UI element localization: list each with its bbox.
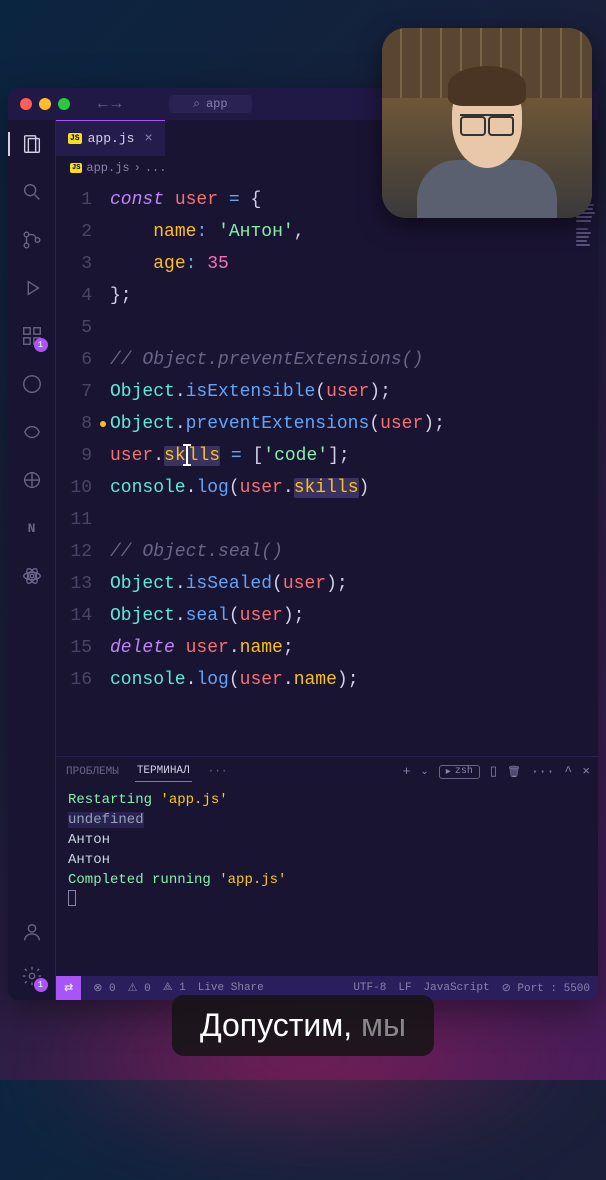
nav-arrows: ← → xyxy=(98,95,121,113)
search-text: app xyxy=(206,97,228,111)
search-icon[interactable] xyxy=(20,180,44,204)
panel-more-icon[interactable]: ··· xyxy=(531,764,554,779)
editor-window: ← → ⌕ app 1 xyxy=(8,88,598,1000)
status-signal[interactable]: ⟁ 1 xyxy=(163,982,186,994)
panel-tab-problems[interactable]: ПРОБЛЕМЫ xyxy=(64,762,121,782)
webcam-overlay xyxy=(382,28,592,218)
kill-terminal-icon[interactable]: 🗑 xyxy=(507,765,521,779)
status-encoding[interactable]: UTF-8 xyxy=(353,981,386,995)
tab-app-js[interactable]: JS app.js × xyxy=(56,120,165,156)
status-port[interactable]: ⊘ Port : 5500 xyxy=(502,981,590,995)
breadcrumb-sep: › xyxy=(134,161,141,175)
explorer-icon[interactable] xyxy=(20,132,44,156)
close-window-icon[interactable] xyxy=(20,98,32,110)
panel-tab-more[interactable]: ··· xyxy=(206,762,230,782)
command-center[interactable]: ⌕ app xyxy=(169,95,251,113)
remote-indicator[interactable]: ⇄ xyxy=(56,976,81,1000)
terminal-profile[interactable]: ▸zsh xyxy=(439,765,480,779)
panel-close-icon[interactable]: × xyxy=(582,764,590,779)
account-icon[interactable] xyxy=(20,920,44,944)
nx-icon[interactable]: N xyxy=(20,516,44,540)
atom-icon[interactable] xyxy=(20,564,44,588)
caption-word: мы xyxy=(361,1007,406,1043)
panel-maximize-icon[interactable]: ^ xyxy=(564,764,572,779)
panel-tab-terminal[interactable]: ТЕРМИНАЛ xyxy=(135,761,192,782)
video-caption: Допустим, мы xyxy=(172,995,434,1056)
status-eol[interactable]: LF xyxy=(398,981,411,995)
breadcrumb-file: app.js xyxy=(86,161,129,175)
minimap[interactable] xyxy=(574,180,598,756)
debug-icon[interactable] xyxy=(20,276,44,300)
extensions-badge: 1 xyxy=(34,338,48,352)
caption-word: Допустим, xyxy=(200,1007,352,1043)
js-file-icon: JS xyxy=(70,163,82,173)
close-tab-icon[interactable]: × xyxy=(144,131,152,147)
liveserver-icon[interactable] xyxy=(20,468,44,492)
bottom-panel: ПРОБЛЕМЫ ТЕРМИНАЛ ··· + ⌄ ▸zsh ▯ 🗑 ··· ^… xyxy=(56,756,598,976)
tab-label: app.js xyxy=(88,131,135,146)
line-gutter: 12345678910111213141516 xyxy=(56,180,110,756)
text-cursor xyxy=(186,444,188,466)
settings-badge: 1 xyxy=(34,978,48,992)
settings-icon[interactable]: 1 xyxy=(20,964,44,988)
terminal-output[interactable]: Restarting 'app.js' undefined Антон Анто… xyxy=(56,786,598,976)
window-controls[interactable] xyxy=(20,98,70,110)
js-file-icon: JS xyxy=(68,133,82,144)
github-icon[interactable] xyxy=(20,372,44,396)
share-icon[interactable] xyxy=(20,420,44,444)
status-language[interactable]: JavaScript xyxy=(424,981,490,995)
status-warnings[interactable]: ⚠ 0 xyxy=(128,981,151,995)
activity-bar: 1 N 1 xyxy=(8,120,56,1000)
search-icon: ⌕ xyxy=(193,97,200,111)
extensions-icon[interactable]: 1 xyxy=(20,324,44,348)
breadcrumb-more: ... xyxy=(145,161,167,175)
terminal-cursor xyxy=(68,890,76,906)
status-errors[interactable]: ⊗ 0 xyxy=(93,981,115,995)
panel-tabs: ПРОБЛЕМЫ ТЕРМИНАЛ ··· + ⌄ ▸zsh ▯ 🗑 ··· ^… xyxy=(56,757,598,786)
code-editor[interactable]: 12345678910111213141516 const user = { n… xyxy=(56,180,598,756)
maximize-window-icon[interactable] xyxy=(58,98,70,110)
code-content[interactable]: const user = { name: 'Антон', age: 35 };… xyxy=(110,180,574,756)
nav-forward-icon[interactable]: → xyxy=(112,95,122,113)
minimize-window-icon[interactable] xyxy=(39,98,51,110)
split-terminal-icon[interactable]: ▯ xyxy=(490,764,497,779)
status-liveshare[interactable]: Live Share xyxy=(198,982,264,994)
new-terminal-icon[interactable]: + xyxy=(403,764,411,779)
source-control-icon[interactable] xyxy=(20,228,44,252)
nav-back-icon[interactable]: ← xyxy=(98,95,108,113)
